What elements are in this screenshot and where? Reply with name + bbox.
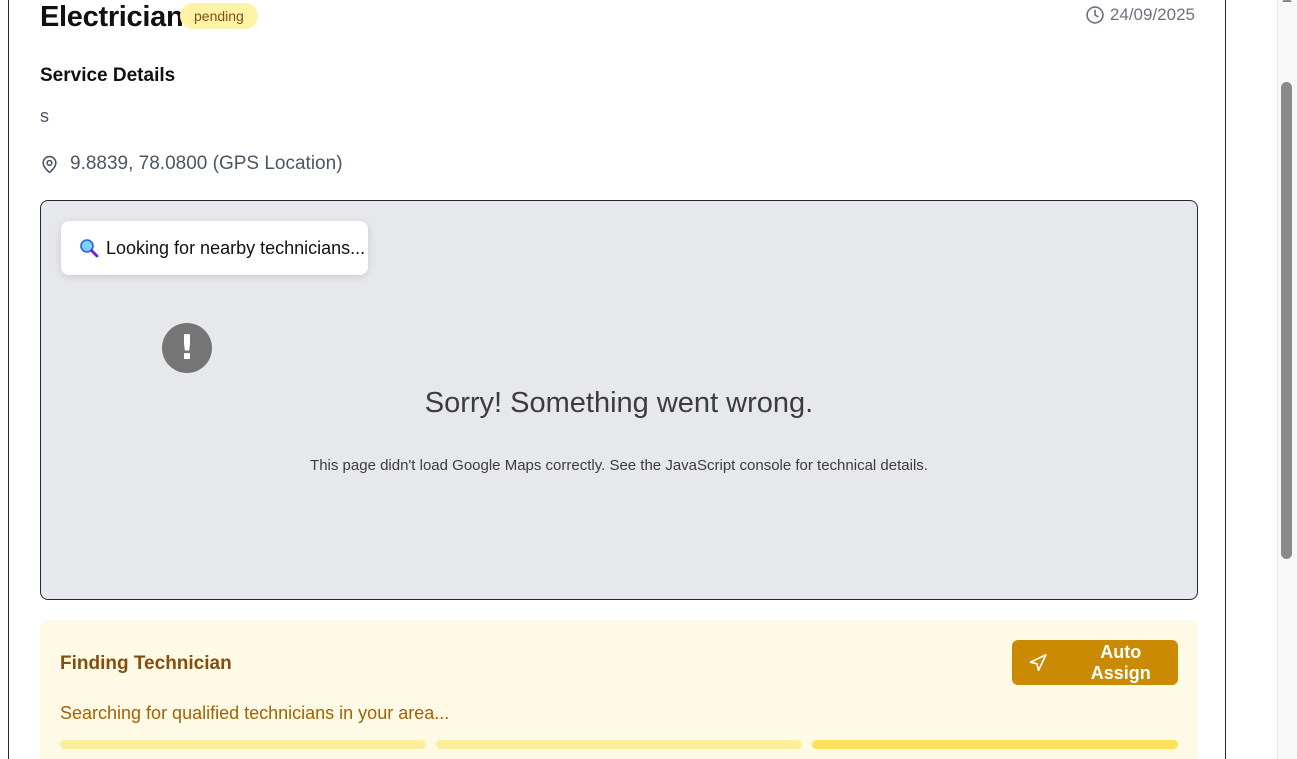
status-badge: pending <box>180 3 258 29</box>
progress-segment-2 <box>436 740 802 749</box>
searching-chip: Looking for nearby technicians... <box>61 221 368 275</box>
navigation-arrow-icon <box>1029 653 1047 671</box>
map-error-text: This page didn't load Google Maps correc… <box>310 457 928 474</box>
scrollbar-thumb[interactable] <box>1281 82 1292 559</box>
finding-title: Finding Technician <box>60 653 232 674</box>
card-header: Electrician pending 24/09/2025 <box>40 0 1195 39</box>
service-description: s <box>40 106 49 126</box>
map-error-title: Sorry! Something went wrong. <box>424 387 814 419</box>
map-container[interactable]: Looking for nearby technicians... ! Sorr… <box>40 200 1198 600</box>
scroll-up-arrow-icon[interactable] <box>1282 0 1292 2</box>
page: Electrician pending 24/09/2025 Service D… <box>0 0 1297 759</box>
clock-icon <box>1086 6 1104 24</box>
progress-segment-3 <box>812 740 1178 749</box>
exclamation-icon: ! <box>162 323 212 373</box>
request-date: 24/09/2025 <box>1085 5 1195 25</box>
date-text: 24/09/2025 <box>1109 5 1195 24</box>
map-pin-icon <box>42 155 57 173</box>
location-row: 9.8839, 78.0800 (GPS Location) <box>40 153 343 175</box>
auto-assign-button[interactable]: Auto Assign <box>1012 640 1178 685</box>
progress-segment-1 <box>60 740 426 749</box>
service-request-card: Electrician pending 24/09/2025 Service D… <box>8 0 1226 759</box>
searching-label: Looking for nearby technicians... <box>106 237 366 258</box>
magnifier-icon <box>79 238 99 258</box>
auto-assign-label: Auto Assign <box>1090 641 1151 683</box>
service-title: Electrician <box>40 1 184 33</box>
progress-bars <box>60 740 1178 749</box>
vertical-scrollbar[interactable] <box>1277 0 1297 759</box>
finding-technician-panel: Finding Technician Auto Assign Searching… <box>40 620 1198 759</box>
finding-status-text: Searching for qualified technicians in y… <box>60 703 450 723</box>
location-text: 9.8839, 78.0800 (GPS Location) <box>70 153 343 174</box>
service-details-heading: Service Details <box>40 65 176 86</box>
